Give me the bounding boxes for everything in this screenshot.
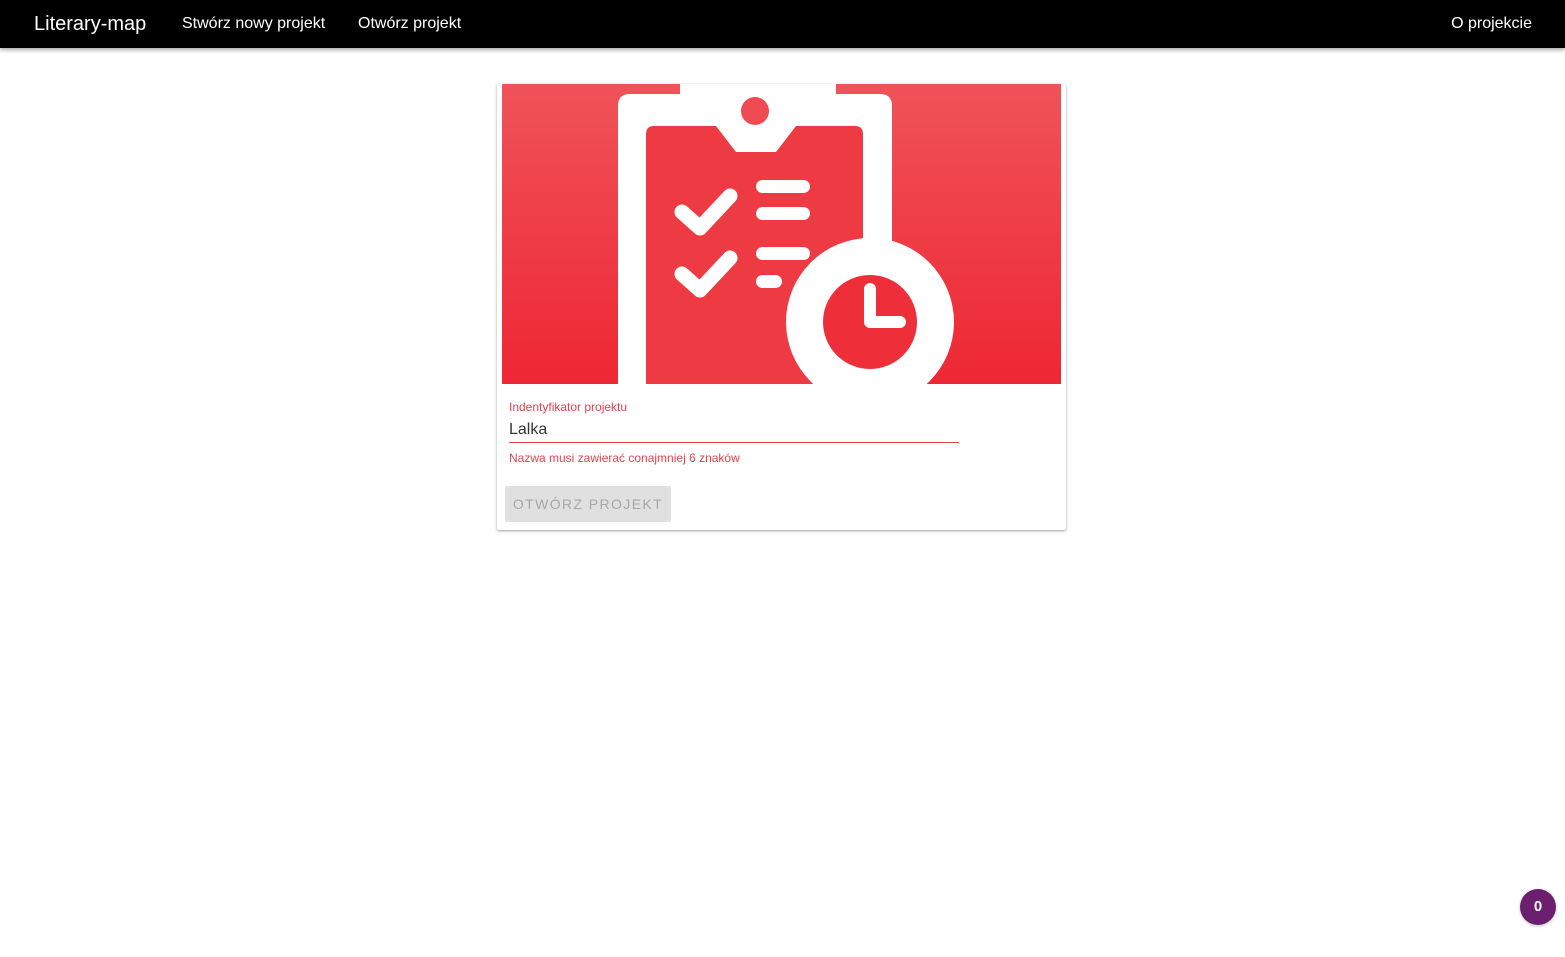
project-id-error-message: Nazwa musi zawierać conajmniej 6 znaków bbox=[509, 451, 740, 465]
brand-logo-link[interactable]: Literary-map bbox=[34, 12, 146, 36]
open-project-card: Indentyfikator projektu Nazwa musi zawie… bbox=[497, 84, 1066, 530]
nav-open-project-link[interactable]: Otwórz projekt bbox=[358, 14, 461, 34]
top-navbar: Literary-map Stwórz nowy projekt Otwórz … bbox=[0, 0, 1565, 48]
project-id-label: Indentyfikator projektu bbox=[509, 400, 628, 414]
project-id-input[interactable] bbox=[509, 417, 959, 443]
nav-create-project-link[interactable]: Stwórz nowy projekt bbox=[182, 14, 325, 34]
clipboard-checklist-clock-icon bbox=[502, 84, 1061, 384]
notification-count-badge[interactable]: 0 bbox=[1520, 889, 1556, 925]
card-hero-image bbox=[502, 84, 1061, 384]
nav-about-link[interactable]: O projekcie bbox=[1451, 14, 1532, 34]
open-project-button[interactable]: Otwórz projekt bbox=[505, 486, 671, 522]
